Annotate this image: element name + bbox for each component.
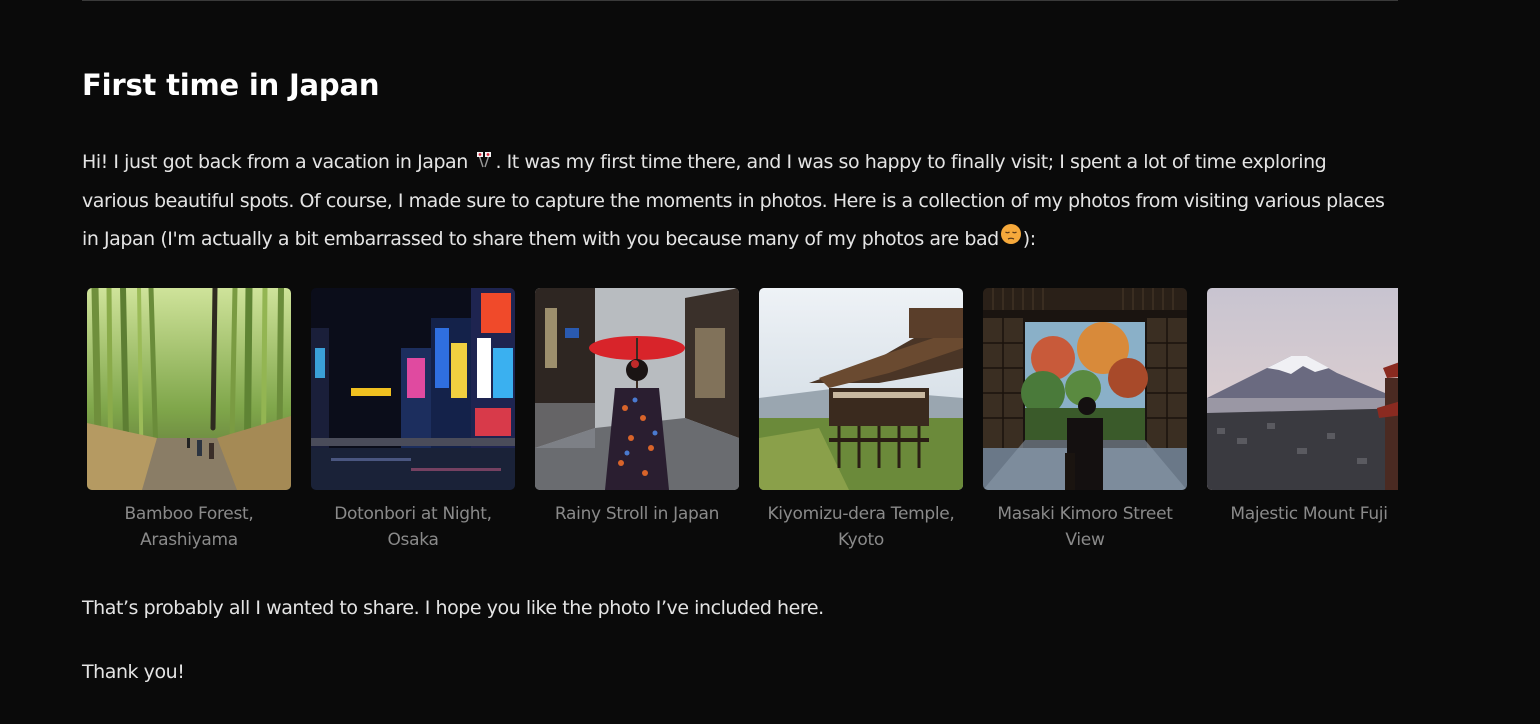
gallery-item-kiyomizu-dera[interactable]: Kiyomizu-dera Temple, Kyoto (759, 288, 963, 553)
photo-caption: Dotonbori at Night, Osaka (334, 504, 492, 550)
photo-dotonbori[interactable] (311, 288, 515, 490)
photo-masaki-kimoro[interactable] (983, 288, 1187, 490)
photo-caption: Bamboo Forest, Arashiyama (124, 504, 254, 550)
closing-text: That’s probably all I wanted to share. I… (82, 597, 824, 619)
article-title: First time in Japan (82, 68, 380, 102)
gallery-item-dotonbori[interactable]: Dotonbori at Night, Osaka (311, 288, 515, 553)
gallery-item-rainy-stroll[interactable]: Rainy Stroll in Japan (535, 288, 739, 527)
photo-caption: Majestic Mount Fuji (1230, 504, 1388, 524)
photo-bamboo-forest[interactable] (87, 288, 291, 490)
top-divider (82, 0, 1398, 1)
photo-caption: Rainy Stroll in Japan (554, 504, 720, 524)
pensive-face-emoji-icon (1000, 220, 1022, 258)
gallery-item-masaki-kimoro[interactable]: Masaki Kimoro Street View (983, 288, 1187, 553)
intro-text-1: Hi! I just got back from a vacation in J… (82, 151, 474, 173)
photo-kiyomizu-dera[interactable] (759, 288, 963, 490)
photo-mount-fuji[interactable] (1207, 288, 1398, 490)
photo-gallery[interactable]: Bamboo Forest, Arashiyama Dotonbori at N… (82, 288, 1398, 558)
intro-text-3: ): (1022, 227, 1036, 250)
article-intro: Hi! I just got back from a vacation in J… (82, 143, 1398, 258)
photo-rainy-stroll[interactable] (535, 288, 739, 490)
gallery-item-bamboo-forest[interactable]: Bamboo Forest, Arashiyama (87, 288, 291, 553)
crossed-flags-emoji-icon (474, 144, 494, 182)
photo-caption: Masaki Kimoro Street View (997, 504, 1173, 550)
thanks-text: Thank you! (82, 661, 185, 683)
photo-caption: Kiyomizu-dera Temple, Kyoto (767, 504, 955, 550)
gallery-item-mount-fuji[interactable]: Majestic Mount Fuji (1207, 288, 1398, 527)
